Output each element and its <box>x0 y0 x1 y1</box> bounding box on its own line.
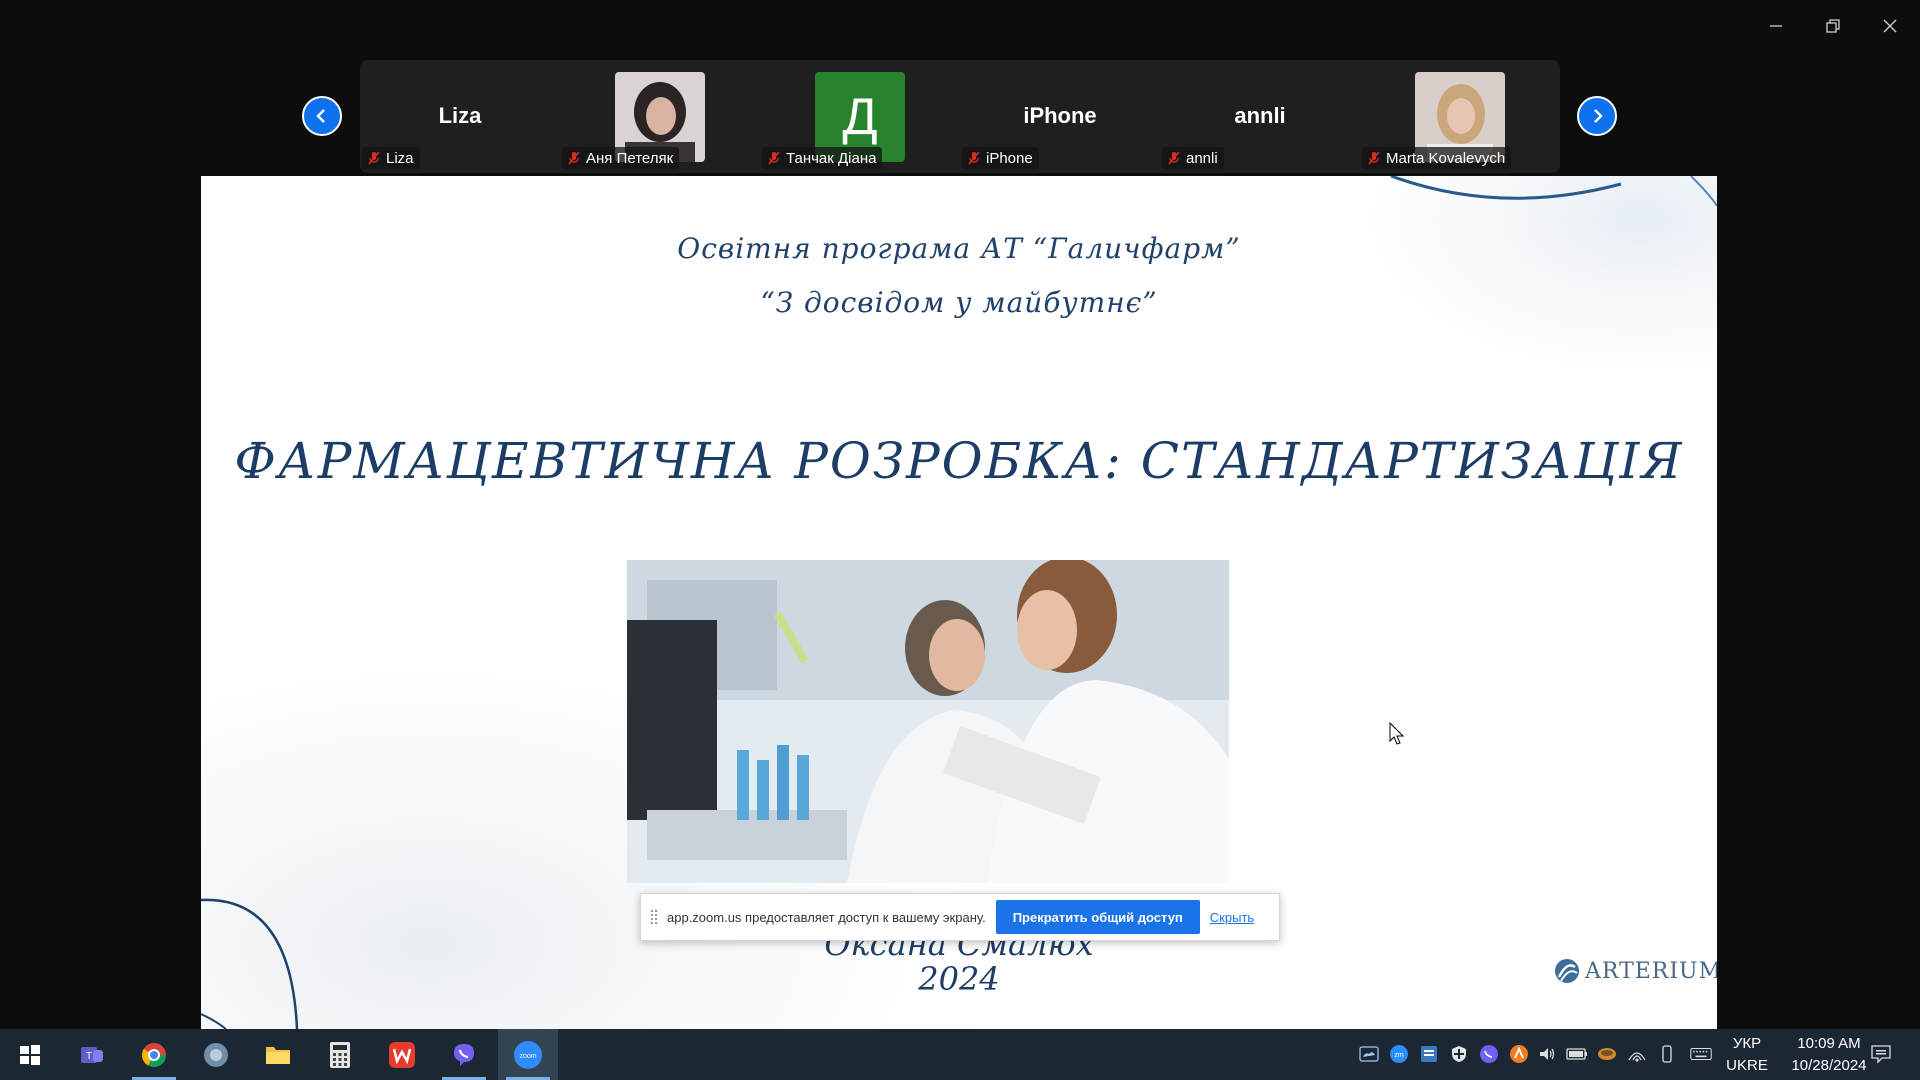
participant-display-name: Liza <box>438 103 482 128</box>
participant-display-name: annli <box>1234 103 1286 128</box>
muted-mic-icon <box>568 151 580 165</box>
muted-mic-icon <box>968 151 980 165</box>
volume-icon[interactable] <box>1536 1043 1558 1065</box>
participant-tile[interactable]: Д Танчак Діана <box>760 60 960 173</box>
participant-label: Танчак Діана <box>762 147 883 169</box>
share-message: app.zoom.us предоставляет доступ к вашем… <box>667 909 986 925</box>
folder-icon <box>266 1046 290 1064</box>
pen-tray-icon[interactable] <box>1656 1043 1678 1065</box>
drag-handle-icon[interactable] <box>651 910 657 924</box>
wifi-icon[interactable] <box>1626 1043 1648 1065</box>
participant-tile[interactable]: Аня Петеляк <box>560 60 760 173</box>
participant-tile[interactable]: iPhone iPhone <box>960 60 1160 173</box>
participant-tile[interactable]: Liza Liza <box>360 60 560 173</box>
battery-icon[interactable] <box>1566 1043 1588 1065</box>
restore-button[interactable] <box>1811 8 1855 44</box>
zoom-window: Liza Liza Аня Петеляк Д Танчак Діана iPh… <box>0 0 1920 1029</box>
participant-label: annli <box>1162 147 1224 169</box>
taskbar-chrome[interactable] <box>124 1029 184 1080</box>
notifications-icon[interactable] <box>1870 1043 1892 1065</box>
svg-text:zoom: zoom <box>519 1053 536 1060</box>
stop-sharing-button[interactable]: Прекратить общий доступ <box>995 900 1200 934</box>
taskbar-calculator[interactable] <box>310 1029 370 1080</box>
participant-gallery: Liza Liza Аня Петеляк Д Танчак Діана iPh… <box>360 60 1560 173</box>
participant-name: annli <box>1186 149 1218 167</box>
chrome-icon <box>141 1042 166 1067</box>
slide-year: 2024 <box>918 960 1000 998</box>
settings-app-icon <box>204 1042 228 1067</box>
avast-tray-icon[interactable] <box>1508 1043 1530 1065</box>
participant-display-name: iPhone <box>1023 103 1097 128</box>
muted-mic-icon <box>368 151 380 165</box>
clock-time[interactable]: 10:09 AM <box>1774 1035 1884 1052</box>
onedrive-tray-icon[interactable] <box>1358 1043 1380 1065</box>
svg-text:zm: zm <box>1394 1052 1404 1059</box>
calculator-icon <box>330 1041 350 1068</box>
muted-mic-icon <box>1168 151 1180 165</box>
taskbar-viber[interactable] <box>434 1029 494 1080</box>
clock-date[interactable]: 10/28/2024 <box>1774 1057 1884 1074</box>
start-button[interactable] <box>0 1029 60 1080</box>
participant-name: iPhone <box>986 149 1033 167</box>
screen-share-notification: app.zoom.us предоставляет доступ к вашем… <box>640 893 1280 941</box>
gallery-prev-button[interactable] <box>302 96 342 136</box>
input-language-bottom[interactable]: UKRE <box>1722 1057 1772 1074</box>
wps-office-icon <box>389 1041 415 1068</box>
zoom-icon: zoom <box>514 1040 542 1069</box>
slide-lab-photo <box>627 560 1229 883</box>
slide-subtitle-program: Освітня програма АТ “Галичфарм” <box>677 232 1241 265</box>
taskbar-settings-app[interactable] <box>186 1029 246 1080</box>
svg-text:T: T <box>86 1051 92 1062</box>
restore-icon <box>1826 19 1840 33</box>
viber-tray-icon[interactable] <box>1478 1043 1500 1065</box>
close-button[interactable] <box>1868 8 1912 44</box>
participant-label: Liza <box>362 147 420 169</box>
gallery-next-button[interactable] <box>1577 96 1617 136</box>
teams-icon: T <box>81 1046 103 1063</box>
security-tray-icon[interactable] <box>1448 1043 1470 1065</box>
participant-tile[interactable]: annli annli <box>1160 60 1360 173</box>
participant-name: Marta Kovalevych <box>1386 149 1506 167</box>
participant-tile[interactable]: Marta Kovalevych <box>1360 60 1560 173</box>
slide-title: ФАРМАЦЕВТИЧНА РОЗРОБКА: СТАНДАРТИЗАЦІЯ <box>234 432 1684 490</box>
minimize-button[interactable] <box>1754 8 1798 44</box>
participant-name: Liza <box>386 149 414 167</box>
windows-taskbar: T zoom zm УКР UKRE 10:09 AM 10/28/2024 <box>0 1029 1920 1080</box>
mouse-cursor-icon <box>1389 722 1405 745</box>
chevron-right-icon <box>1594 109 1603 123</box>
app-tray-icon-2[interactable] <box>1596 1043 1618 1065</box>
minimize-icon <box>1770 25 1782 27</box>
taskbar-teams[interactable]: T <box>62 1029 122 1080</box>
windows-logo-icon <box>20 1044 40 1065</box>
viber-icon <box>454 1043 474 1066</box>
hide-link[interactable]: Скрыть <box>1210 910 1254 925</box>
zoom-tray-icon[interactable]: zm <box>1388 1043 1410 1065</box>
participant-label: Аня Петеляк <box>562 147 680 169</box>
slide-subtitle-motto: “З досвідом у майбутнє” <box>760 286 1158 319</box>
taskbar-file-explorer[interactable] <box>248 1029 308 1080</box>
taskbar-wps-office[interactable] <box>372 1029 432 1080</box>
keyboard-icon[interactable] <box>1690 1043 1712 1065</box>
taskbar-zoom[interactable]: zoom <box>498 1029 558 1080</box>
chevron-left-icon <box>316 109 325 123</box>
participant-name: Аня Петеляк <box>586 149 674 167</box>
participant-label: Marta Kovalevych <box>1362 147 1512 169</box>
participant-name: Танчак Діана <box>786 149 877 167</box>
muted-mic-icon <box>1368 151 1380 165</box>
lab-scientists-image <box>627 560 1229 883</box>
arterium-logo-text: ARTERIUM <box>1585 958 1717 984</box>
app-tray-icon[interactable] <box>1418 1043 1440 1065</box>
arterium-logo: ARTERIUM <box>1553 957 1717 985</box>
arterium-logo-mark <box>1555 959 1579 983</box>
participant-label: iPhone <box>962 147 1039 169</box>
input-language-top[interactable]: УКР <box>1722 1035 1772 1052</box>
close-icon <box>1883 19 1897 33</box>
muted-mic-icon <box>768 151 780 165</box>
